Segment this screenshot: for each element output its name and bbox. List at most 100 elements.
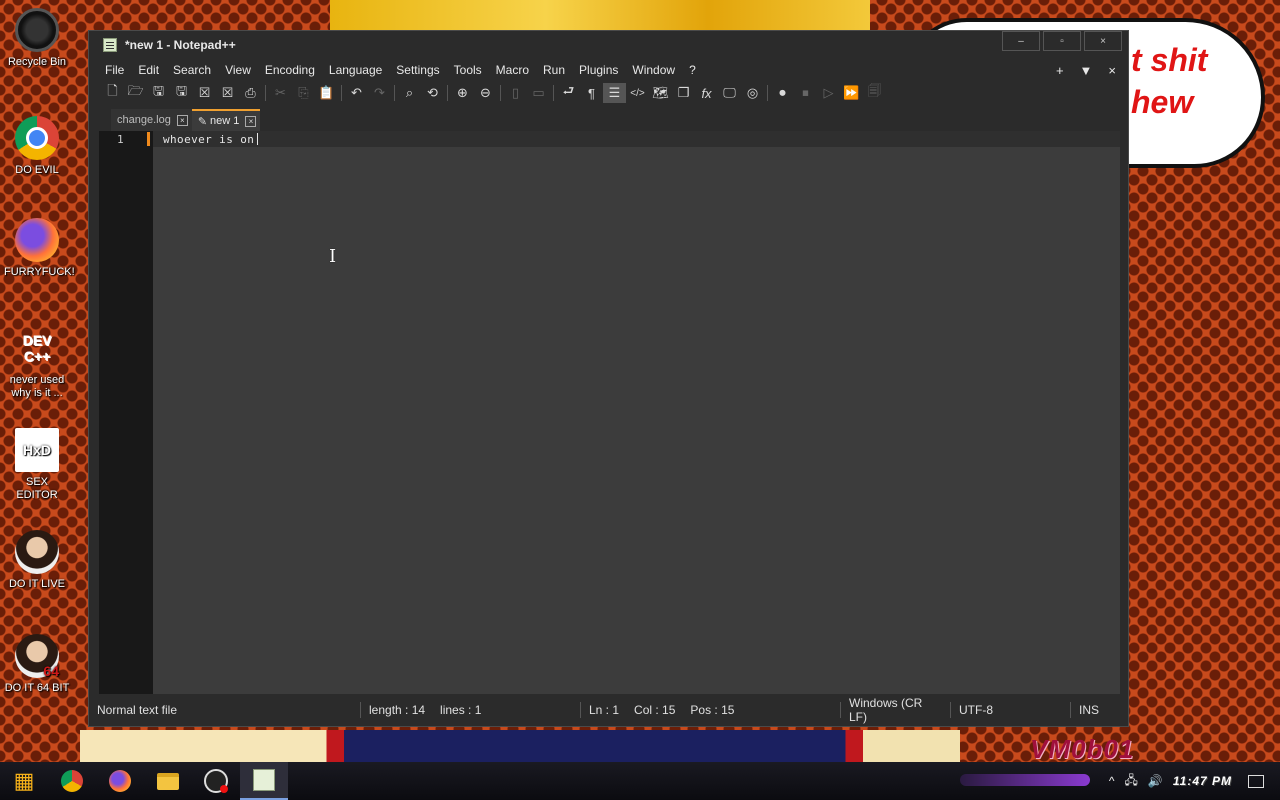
toolbar-separator: [500, 85, 501, 101]
menu-view[interactable]: View: [218, 63, 258, 77]
minimize-button[interactable]: –: [1002, 31, 1040, 51]
stop-macro-icon[interactable]: ⏹: [794, 83, 817, 103]
save-macro-icon[interactable]: 🗐: [863, 83, 886, 103]
record-macro-icon[interactable]: ⏺: [771, 83, 794, 103]
notification-center-icon[interactable]: [1248, 774, 1264, 788]
desktop-icon-firefox[interactable]: FURRYFUCK!: [4, 218, 75, 279]
menu-macro[interactable]: Macro: [489, 63, 536, 77]
desktop-icon-do-it-64[interactable]: 64 DO IT 64 BIT: [4, 634, 70, 695]
taskbar-firefox[interactable]: [96, 762, 144, 800]
wallpaper-bottom-art: [80, 730, 960, 762]
desktop-icon-hxd[interactable]: HxD SEX EDITOR: [4, 428, 70, 502]
window-title: *new 1 - Notepad++: [125, 38, 236, 52]
menu-run[interactable]: Run: [536, 63, 572, 77]
open-file-icon[interactable]: 🗁: [124, 83, 147, 103]
function-list-icon[interactable]: fx: [695, 83, 718, 103]
taskbar-obs[interactable]: [192, 762, 240, 800]
tab-list-dropdown-icon[interactable]: ▼: [1080, 63, 1093, 78]
volume-icon[interactable]: 🔊: [1148, 774, 1163, 788]
editor-line-text[interactable]: whoever is on: [163, 133, 259, 146]
tab-change-log[interactable]: change.log ×: [111, 109, 192, 131]
line-number: 1: [117, 133, 124, 146]
play-macro-icon[interactable]: ▷: [817, 83, 840, 103]
firefox-icon: [15, 218, 59, 262]
column-text: Col : 15: [634, 703, 676, 717]
tab-close-icon[interactable]: ×: [176, 114, 188, 126]
menu-right-controls: + ▼ ×: [1056, 63, 1128, 78]
close-document-icon[interactable]: ×: [1108, 63, 1116, 78]
cut-icon[interactable]: ✂: [269, 83, 292, 103]
save-icon[interactable]: 🖫: [147, 83, 170, 103]
menu-file[interactable]: File: [98, 63, 131, 77]
redo-icon[interactable]: ↷: [368, 83, 391, 103]
document-list-icon[interactable]: ❐: [672, 83, 695, 103]
copy-icon[interactable]: ⎘: [292, 83, 315, 103]
desktop-icon-recycle-bin[interactable]: Recycle Bin: [4, 8, 70, 69]
status-file-type: Normal text file: [89, 702, 361, 718]
start-button[interactable]: ▦: [0, 762, 48, 800]
user-defined-language-icon[interactable]: </>: [626, 83, 649, 103]
menu-tools[interactable]: Tools: [447, 63, 489, 77]
zoom-out-icon[interactable]: ⊖: [474, 83, 497, 103]
maximize-button[interactable]: ▫: [1043, 31, 1081, 51]
menu-plugins[interactable]: Plugins: [572, 63, 625, 77]
text-caret: [257, 133, 259, 145]
close-button[interactable]: ×: [1084, 31, 1122, 51]
close-all-icon[interactable]: ☒: [216, 83, 239, 103]
sync-horizontal-scroll-icon[interactable]: ▭: [527, 83, 550, 103]
folder-as-workspace-icon[interactable]: 🖵: [718, 83, 741, 103]
hxd-icon: HxD: [15, 428, 59, 472]
menu-help[interactable]: ?: [682, 63, 703, 77]
menu-encoding[interactable]: Encoding: [258, 63, 322, 77]
desktop-icon-dev-cpp[interactable]: DEV C++ never used why is it ...: [4, 326, 70, 400]
chrome-icon: [15, 116, 59, 160]
new-file-icon[interactable]: 🗋: [101, 83, 124, 103]
taskbar-file-explorer[interactable]: [144, 762, 192, 800]
pos-text: Pos : 15: [690, 703, 735, 717]
menu-settings[interactable]: Settings: [389, 63, 446, 77]
menu-window[interactable]: Window: [625, 63, 682, 77]
length-text: length : 14: [369, 703, 426, 717]
monitoring-icon[interactable]: ◎: [741, 83, 764, 103]
save-all-icon[interactable]: 🖫: [170, 83, 193, 103]
sync-vertical-scroll-icon[interactable]: ▯: [504, 83, 527, 103]
clock[interactable]: 11:47 PM: [1173, 774, 1232, 788]
undo-icon[interactable]: ↶: [345, 83, 368, 103]
add-tab-icon[interactable]: +: [1056, 63, 1064, 78]
folder-icon: [157, 772, 179, 790]
desktop-icon-do-evil[interactable]: DO EVIL: [4, 116, 70, 177]
print-icon[interactable]: ⎙: [239, 83, 262, 103]
taskbar-notepadpp[interactable]: [240, 762, 288, 800]
title-bar[interactable]: *new 1 - Notepad++ – ▫ ×: [89, 31, 1128, 59]
status-insert-mode[interactable]: INS: [1071, 702, 1121, 718]
show-all-characters-icon[interactable]: ¶: [580, 83, 603, 103]
network-icon[interactable]: 🖧: [1125, 771, 1138, 792]
menu-language[interactable]: Language: [322, 63, 389, 77]
toolbar-separator: [767, 85, 768, 101]
word-wrap-icon[interactable]: ⮐: [557, 83, 580, 103]
paste-icon[interactable]: 📋: [315, 83, 338, 103]
close-file-icon[interactable]: ☒: [193, 83, 216, 103]
status-encoding[interactable]: UTF-8: [951, 702, 1071, 718]
menu-edit[interactable]: Edit: [131, 63, 166, 77]
desktop-icon-label: DO IT LIVE: [8, 578, 66, 590]
zoom-in-icon[interactable]: ⊕: [451, 83, 474, 103]
find-icon[interactable]: ⌕: [398, 83, 421, 103]
desktop-icon-label: DO EVIL: [15, 164, 59, 176]
desktop-icon-do-it-live[interactable]: DO IT LIVE: [4, 530, 70, 591]
lines-text: lines : 1: [440, 703, 482, 717]
notepadpp-window[interactable]: *new 1 - Notepad++ – ▫ × File Edit Searc…: [88, 30, 1129, 727]
taskbar-chrome[interactable]: [48, 762, 96, 800]
tab-new-1[interactable]: ✎ new 1 ×: [191, 109, 261, 131]
text-editor[interactable]: 1 whoever is on I: [99, 131, 1120, 695]
tray-chevron-icon[interactable]: ^: [1109, 774, 1115, 788]
status-eol[interactable]: Windows (CR LF): [841, 696, 951, 724]
run-macro-multiple-icon[interactable]: ⏩: [840, 83, 863, 103]
tab-close-icon[interactable]: ×: [245, 115, 257, 127]
indent-guide-icon[interactable]: ☰: [603, 83, 626, 103]
replace-icon[interactable]: ⟲: [421, 83, 444, 103]
encoding-text: UTF-8: [959, 703, 993, 717]
document-map-icon[interactable]: 🗺: [649, 83, 672, 103]
menu-search[interactable]: Search: [166, 63, 218, 77]
portrait-64-icon: 64: [15, 634, 59, 678]
